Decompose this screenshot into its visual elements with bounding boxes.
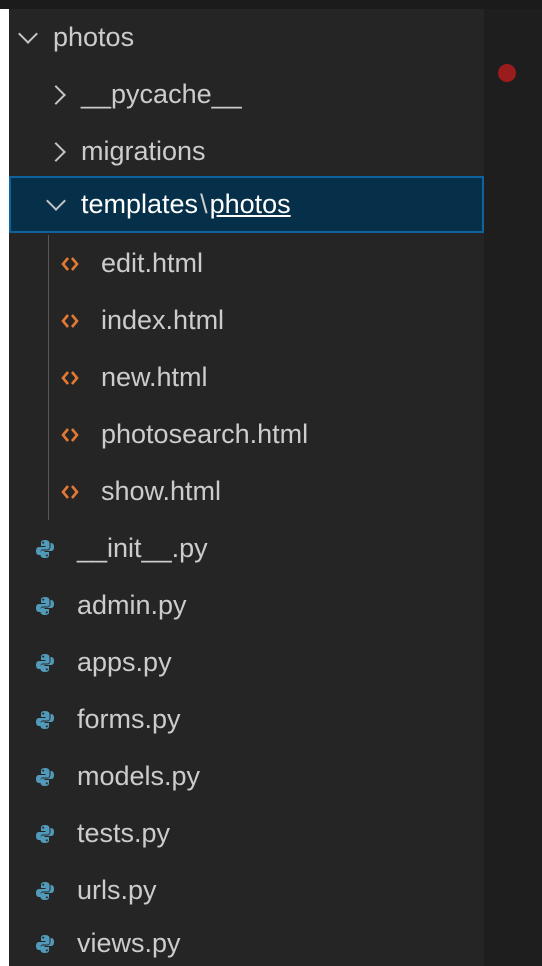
breakpoint-dot [498, 64, 516, 82]
html-file-icon [61, 427, 79, 442]
file-label: models.py [77, 761, 201, 791]
html-file-icon [61, 256, 79, 271]
python-file-icon [36, 653, 54, 672]
folder-pycache[interactable]: __pycache__ [9, 66, 484, 123]
html-file-icon [61, 370, 79, 385]
file-label: new.html [101, 362, 208, 392]
file-edit-html[interactable]: edit.html [9, 235, 484, 292]
file-index-html[interactable]: index.html [9, 292, 484, 349]
file-new-html[interactable]: new.html [9, 349, 484, 406]
file-label: urls.py [77, 875, 157, 905]
file-apps-py[interactable]: apps.py [9, 634, 484, 691]
file-label: tests.py [77, 818, 171, 848]
folder-migrations[interactable]: migrations [9, 123, 484, 180]
chevron-right-icon [45, 84, 67, 106]
file-init-py[interactable]: __init__.py [9, 520, 484, 577]
folder-label: __pycache__ [81, 79, 242, 109]
file-tests-py[interactable]: tests.py [9, 805, 484, 862]
chevron-down-icon [45, 190, 67, 216]
html-file-icon [61, 313, 79, 328]
python-file-icon [36, 596, 54, 615]
file-admin-py[interactable]: admin.py [9, 577, 484, 634]
folder-label: migrations [81, 136, 206, 166]
explorer-panel: photos __pycache__ migrations templates … [9, 9, 542, 966]
file-label: views.py [77, 928, 181, 958]
chevron-down-icon [17, 23, 39, 49]
file-urls-py[interactable]: urls.py [9, 862, 484, 919]
file-models-py[interactable]: models.py [9, 748, 484, 805]
file-label: index.html [101, 305, 225, 335]
file-label: admin.py [77, 590, 187, 620]
python-file-icon [36, 881, 54, 900]
path-separator: \ [200, 189, 208, 219]
python-file-icon [36, 934, 54, 953]
html-file-icon [61, 484, 79, 499]
file-label: __init__.py [77, 533, 208, 563]
chevron-right-icon [45, 141, 67, 163]
file-label: edit.html [101, 248, 204, 278]
file-forms-py[interactable]: forms.py [9, 691, 484, 748]
file-label: photosearch.html [101, 419, 309, 449]
folder-label-templates: templates [81, 189, 199, 219]
folder-photos[interactable]: photos [9, 9, 484, 66]
python-file-icon [36, 824, 54, 843]
python-file-icon [36, 767, 54, 786]
folder-templates-photos[interactable]: templates \ photos [9, 176, 484, 233]
python-file-icon [36, 710, 54, 729]
file-show-html[interactable]: show.html [9, 463, 484, 520]
python-file-icon [36, 539, 54, 558]
file-views-py[interactable]: views.py [9, 915, 484, 966]
file-label: apps.py [77, 647, 172, 677]
window-top-border [0, 0, 542, 9]
editor-area [484, 9, 542, 966]
folder-label: photos [53, 22, 135, 52]
file-label: forms.py [77, 704, 181, 734]
file-photosearch-html[interactable]: photosearch.html [9, 406, 484, 463]
file-label: show.html [101, 476, 222, 506]
folder-label-photos[interactable]: photos [210, 191, 291, 218]
